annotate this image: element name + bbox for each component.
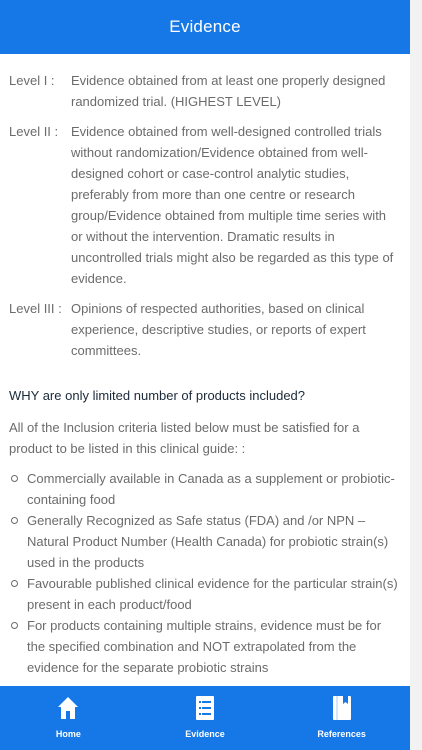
level-label: Level I : xyxy=(9,73,55,88)
section-title: WHY are only limited number of products … xyxy=(9,388,306,403)
screen-edge xyxy=(410,0,422,750)
level-description: Evidence obtained from well-designed con… xyxy=(71,124,394,286)
level-item: Level II : Evidence obtained from well-d… xyxy=(9,121,400,289)
level-description: Opinions of respected authorities, based… xyxy=(71,301,366,358)
section-intro: All of the Inclusion criteria listed bel… xyxy=(9,420,360,456)
tab-label: Evidence xyxy=(185,729,225,739)
list-item: Commercially available in Canada as a su… xyxy=(9,468,400,510)
tab-label: Home xyxy=(55,729,81,739)
title-bar: Evidence xyxy=(0,0,410,54)
level-description: Evidence obtained from at least one prop… xyxy=(71,73,386,109)
evidence-content[interactable]: Level I : Evidence obtained from at leas… xyxy=(0,54,410,686)
list-item: For products containing multiple strains… xyxy=(9,615,400,678)
tab-references[interactable]: References xyxy=(273,686,410,750)
level-item: Level I : Evidence obtained from at leas… xyxy=(9,70,400,112)
home-icon xyxy=(55,694,81,722)
book-icon xyxy=(329,694,355,722)
criteria-list: Commercially available in Canada as a su… xyxy=(9,468,400,678)
level-label: Level II : xyxy=(9,124,59,139)
page-title: Evidence xyxy=(169,17,241,36)
tab-bar: Home Evidence References xyxy=(0,686,410,750)
list-icon xyxy=(192,694,218,722)
level-item: Level III : Opinions of respected author… xyxy=(9,298,400,361)
tab-evidence[interactable]: Evidence xyxy=(137,686,274,750)
tab-home[interactable]: Home xyxy=(0,686,137,750)
tab-label: References xyxy=(317,729,366,739)
list-item: Generally Recognized as Safe status (FDA… xyxy=(9,510,400,573)
level-label: Level III : xyxy=(9,301,62,316)
list-item: Favourable published clinical evidence f… xyxy=(9,573,400,615)
